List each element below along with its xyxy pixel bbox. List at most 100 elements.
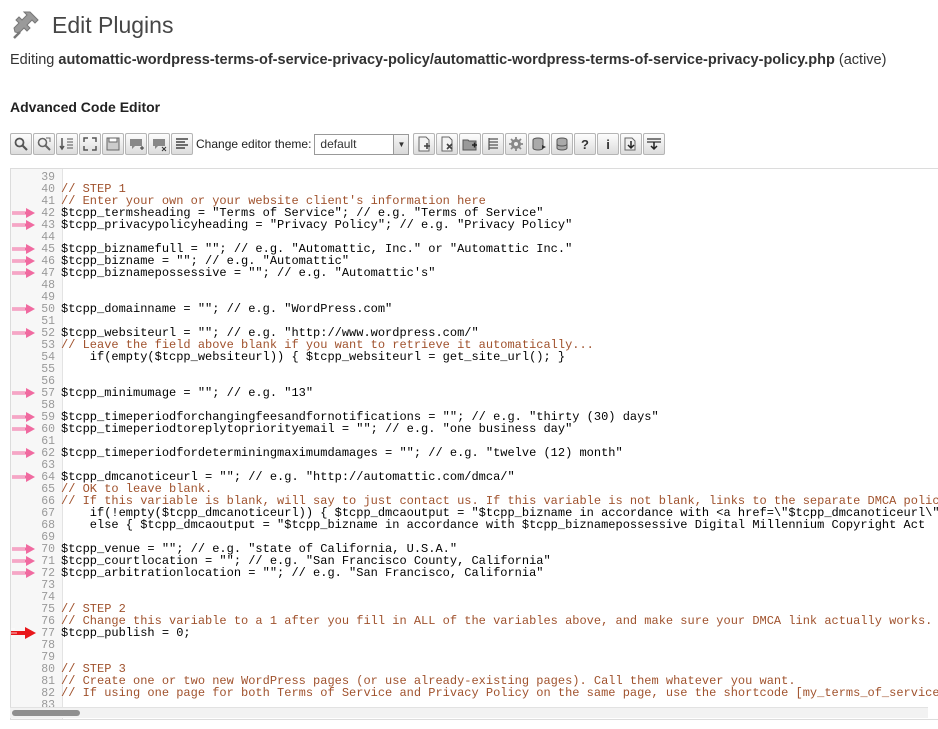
code-text[interactable]: $tcpp_publish = 0;: [61, 626, 191, 640]
database-icon: [556, 137, 568, 151]
code-line[interactable]: 54 if(empty($tcpp_websiteurl)) { $tcpp_w…: [11, 350, 938, 364]
comment-button[interactable]: [125, 133, 147, 155]
code-lines[interactable]: 39 40// STEP 1 41// Enter your own or your…: [11, 171, 938, 712]
horizontal-scrollbar[interactable]: [10, 707, 928, 718]
pink-arrow-icon: [12, 472, 35, 482]
delete-file-icon: [441, 136, 453, 152]
code-line[interactable]: 77 $tcpp_publish = 0;: [11, 626, 938, 640]
code-line[interactable]: 68 else { $tcpp_dmcaoutput = "$tcpp_bizn…: [11, 518, 938, 532]
new-folder-icon: [462, 139, 478, 151]
search-icon: [14, 137, 28, 151]
pink-arrow-icon: [12, 208, 35, 218]
code-line[interactable]: 55: [11, 363, 938, 376]
scrollbar-thumb[interactable]: [12, 710, 80, 716]
pink-arrow-icon: [12, 568, 35, 578]
theme-select[interactable]: default ▼: [314, 133, 410, 155]
code-line[interactable]: 60 $tcpp_timeperiodtoreplytopriorityemail…: [11, 422, 938, 436]
editing-filename: automattic-wordpress-terms-of-service-pr…: [58, 52, 835, 68]
code-line[interactable]: 48: [11, 279, 938, 292]
pink-arrow-icon: [12, 412, 35, 422]
help-button[interactable]: ?: [574, 133, 597, 155]
pink-arrow-icon: [12, 304, 35, 314]
search-replace-button[interactable]: [33, 133, 55, 155]
red-arrow-icon: [11, 627, 36, 639]
code-text[interactable]: $tcpp_minimumage = ""; // e.g. "13": [61, 386, 313, 400]
editing-status: (active): [834, 52, 887, 68]
code-text[interactable]: if(empty($tcpp_websiteurl)) { $tcpp_webs…: [61, 350, 565, 364]
jump-to-line-button[interactable]: [56, 133, 78, 155]
svg-text:?: ?: [581, 137, 589, 152]
new-file-button[interactable]: [413, 133, 436, 155]
code-line[interactable]: 79: [11, 651, 938, 664]
plug-icon: [13, 11, 39, 39]
info-button[interactable]: i: [597, 133, 620, 155]
code-text[interactable]: $tcpp_privacypolicyheading = "Privacy Po…: [61, 218, 572, 232]
code-line[interactable]: 43 $tcpp_privacypolicyheading = "Privacy …: [11, 218, 938, 232]
format-icon: [176, 138, 188, 149]
page-title: Edit Plugins: [52, 11, 174, 38]
code-line[interactable]: 73: [11, 579, 938, 592]
export-database-icon: [532, 137, 547, 151]
code-line[interactable]: 39: [11, 171, 938, 184]
code-line[interactable]: 50 $tcpp_domainname = ""; // e.g. "WordPr…: [11, 302, 938, 316]
code-line[interactable]: 57 $tcpp_minimumage = ""; // e.g. "13": [11, 386, 938, 400]
file-list-icon: [488, 138, 499, 150]
settings-button[interactable]: [505, 133, 528, 155]
pink-arrow-icon: [12, 448, 35, 458]
pink-arrow-icon: [12, 256, 35, 266]
editing-prefix: Editing: [10, 52, 59, 68]
format-button[interactable]: [171, 133, 193, 155]
code-line[interactable]: 78: [11, 639, 938, 652]
uncomment-icon: [153, 139, 167, 152]
download-all-icon: [647, 138, 662, 151]
save-icon: [106, 137, 120, 151]
new-file-icon: [418, 136, 431, 152]
code-line[interactable]: 82// If using one page for both Terms of…: [11, 686, 938, 700]
code-line[interactable]: 62 $tcpp_timeperiodfordeterminingmaximumd…: [11, 446, 938, 460]
pink-arrow-icon: [12, 328, 35, 338]
code-text[interactable]: $tcpp_timeperiodfordeterminingmaximumdam…: [61, 446, 623, 460]
code-text[interactable]: // Change this variable to a 1 after you…: [61, 614, 932, 628]
pink-arrow-icon: [12, 268, 35, 278]
delete-file-button[interactable]: [436, 133, 459, 155]
jump-to-line-icon: [59, 138, 73, 151]
code-line[interactable]: 74: [11, 591, 938, 604]
editing-line: Editing automattic-wordpress-terms-of-se…: [10, 52, 886, 68]
pink-arrow-icon: [12, 388, 35, 398]
code-editor[interactable]: 39 40// STEP 1 41// Enter your own or your…: [10, 168, 938, 720]
pink-arrow-icon: [12, 244, 35, 254]
code-text[interactable]: $tcpp_arbitrationlocation = ""; // e.g. …: [61, 566, 543, 580]
download-button[interactable]: [620, 133, 643, 155]
code-text[interactable]: // If using one page for both Terms of S…: [61, 686, 938, 700]
theme-label: Change editor theme:: [196, 137, 312, 151]
code-line[interactable]: 72 $tcpp_arbitrationlocation = ""; // e.g…: [11, 566, 938, 580]
export-database-button[interactable]: [528, 133, 551, 155]
uncomment-button[interactable]: [148, 133, 170, 155]
svg-text:i: i: [607, 137, 611, 152]
download-all-button[interactable]: [643, 133, 666, 155]
theme-select-value: default: [320, 137, 357, 151]
code-text[interactable]: $tcpp_timeperiodtoreplytopriorityemail =…: [61, 422, 572, 436]
pink-arrow-icon: [12, 556, 35, 566]
search-button[interactable]: [10, 133, 32, 155]
new-folder-button[interactable]: [459, 133, 482, 155]
editor-toolbar: Change editor theme: default ▼ ? i: [10, 132, 666, 156]
chevron-down-icon: ▼: [393, 134, 409, 154]
code-text[interactable]: $tcpp_biznamepossessive = ""; // e.g. "A…: [61, 266, 435, 280]
info-icon: i: [607, 137, 611, 152]
search-replace-icon: [37, 137, 51, 151]
code-text[interactable]: else { $tcpp_dmcaoutput = "$tcpp_bizname…: [61, 518, 925, 532]
settings-icon: [509, 137, 524, 151]
section-title: Advanced Code Editor: [10, 99, 161, 115]
download-icon: [624, 137, 636, 151]
code-line[interactable]: 47 $tcpp_biznamepossessive = ""; // e.g. …: [11, 266, 938, 280]
code-text[interactable]: $tcpp_domainname = ""; // e.g. "WordPres…: [61, 302, 392, 316]
save-button[interactable]: [102, 133, 124, 155]
database-button[interactable]: [551, 133, 574, 155]
fullscreen-button[interactable]: [79, 133, 101, 155]
pink-arrow-icon: [12, 544, 35, 554]
fullscreen-icon: [83, 137, 97, 151]
comment-icon: [130, 139, 144, 150]
pink-arrow-icon: [12, 424, 35, 434]
file-list-button[interactable]: [482, 133, 505, 155]
